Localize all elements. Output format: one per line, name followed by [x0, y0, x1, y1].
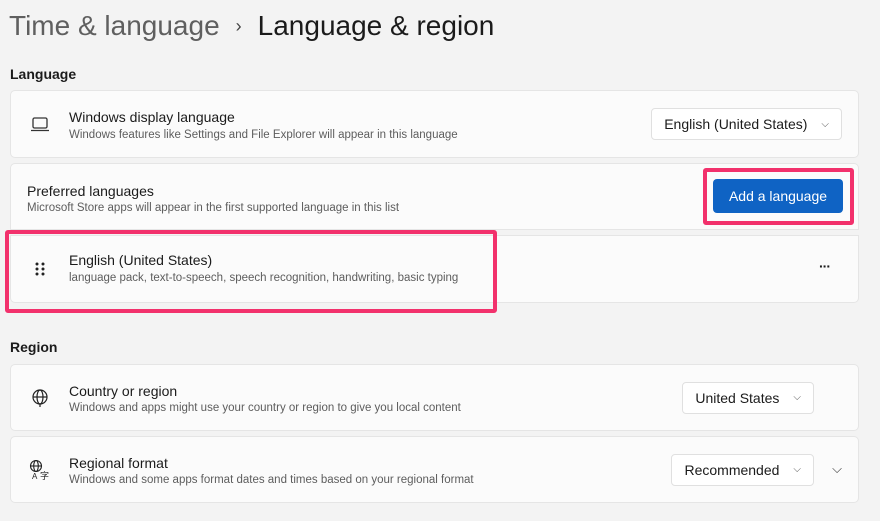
display-language-title: Windows display language	[69, 109, 235, 125]
svg-text:A: A	[32, 472, 38, 481]
laptop-icon	[29, 113, 51, 135]
section-region-label: Region	[10, 339, 58, 355]
chevron-right-icon: ›	[235, 15, 242, 36]
chevron-down-icon: ⌵	[793, 464, 801, 475]
breadcrumb-parent[interactable]: Time & language	[9, 10, 220, 42]
regional-format-card[interactable]: A字 Regional format Windows and some apps…	[10, 436, 859, 503]
page-title: Language & region	[257, 10, 495, 41]
dropdown-value: Recommended	[684, 461, 780, 478]
country-region-card: Country or region Windows and apps might…	[10, 364, 859, 431]
format-subtitle: Windows and some apps format dates and t…	[69, 474, 474, 486]
preferred-languages-title: Preferred languages	[27, 183, 154, 199]
preferred-languages-subtitle: Microsoft Store apps will appear in the …	[27, 202, 400, 214]
country-subtitle: Windows and apps might use your country …	[69, 402, 461, 414]
highlight-add-language	[703, 168, 854, 225]
format-title: Regional format	[69, 455, 168, 471]
language-format-icon: A字	[29, 459, 51, 481]
section-language-label: Language	[10, 66, 77, 82]
display-language-subtitle: Windows features like Settings and File …	[69, 129, 458, 141]
display-language-dropdown[interactable]: English (United States) ⌵	[651, 108, 842, 140]
display-language-card: Windows display language Windows feature…	[10, 90, 859, 158]
dropdown-value: English (United States)	[664, 116, 808, 132]
globe-icon	[29, 387, 51, 409]
format-dropdown[interactable]: Recommended ⌵	[671, 453, 814, 486]
dropdown-value: United States	[695, 389, 780, 406]
chevron-down-icon: ⌵	[793, 392, 801, 403]
breadcrumb: Time & language › Language & region	[9, 10, 494, 42]
country-dropdown[interactable]: United States ⌵	[682, 381, 814, 414]
svg-text:字: 字	[40, 470, 49, 481]
expand-chevron-icon[interactable]: ⌵	[832, 461, 842, 477]
highlight-language-item	[5, 230, 497, 313]
more-options-icon[interactable]: ···	[819, 258, 831, 274]
chevron-down-icon: ⌵	[821, 118, 829, 130]
country-title: Country or region	[69, 383, 178, 399]
